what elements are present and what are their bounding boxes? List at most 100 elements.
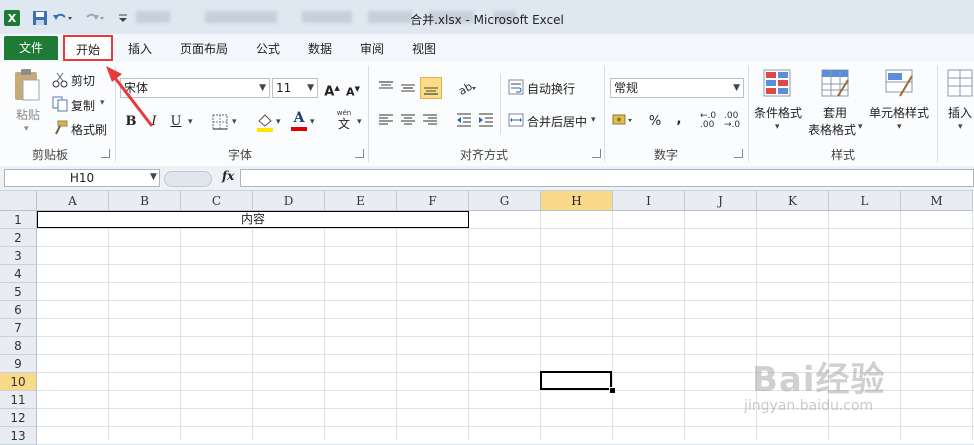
cell-styles-button[interactable]: 单元格样式	[869, 104, 929, 121]
row-header-10[interactable]: 10	[0, 373, 37, 391]
merge-dropdown-icon[interactable]: ▾	[591, 115, 596, 125]
align-middle-icon[interactable]	[400, 80, 416, 96]
group-label-number: 数字	[653, 148, 678, 162]
wrap-text-button[interactable]: 自动换行	[527, 80, 575, 97]
phonetic-dropdown-icon[interactable]: ▾	[357, 117, 362, 127]
copy-button[interactable]: 复制	[71, 97, 95, 114]
column-header-j[interactable]: J	[685, 191, 757, 211]
column-header-g[interactable]: G	[469, 191, 541, 211]
align-bottom-icon[interactable]	[420, 77, 442, 99]
formula-bar-resize-handle[interactable]	[164, 171, 212, 187]
format-as-table-line1[interactable]: 套用	[823, 104, 847, 121]
format-table-dropdown-icon[interactable]: ▾	[858, 122, 863, 132]
comma-button[interactable]: ,	[669, 110, 689, 130]
number-launcher-icon[interactable]	[734, 149, 743, 158]
row-header-5[interactable]: 5	[0, 283, 37, 301]
row-header-2[interactable]: 2	[0, 229, 37, 247]
paste-icon[interactable]	[12, 68, 42, 105]
decrease-indent-icon[interactable]	[456, 112, 472, 128]
fill-color-icon[interactable]	[256, 112, 273, 132]
formula-input[interactable]	[240, 169, 974, 187]
tab-file[interactable]: 文件	[4, 36, 58, 60]
active-cell-h10[interactable]	[540, 371, 612, 390]
grid-hline	[37, 246, 974, 247]
decrease-decimal-icon[interactable]: .00 →.0	[724, 112, 740, 130]
orientation-icon[interactable]: ab	[456, 80, 476, 98]
phonetic-guide-button[interactable]: wén 文	[332, 110, 356, 134]
fill-color-dropdown-icon[interactable]: ▾	[276, 117, 281, 127]
merge-center-button[interactable]: 合并后居中	[527, 113, 587, 130]
underline-dropdown-icon[interactable]: ▾	[188, 117, 193, 127]
grow-font-button[interactable]: A▲	[322, 78, 342, 100]
tab-review[interactable]: 审阅	[352, 38, 392, 60]
paste-button[interactable]: 粘贴	[16, 106, 40, 123]
cell-styles-dropdown-icon[interactable]: ▾	[897, 122, 902, 132]
font-color-icon[interactable]: A	[290, 110, 308, 132]
font-size-combo[interactable]: 11 ▼	[272, 78, 318, 98]
tab-insert[interactable]: 插入	[120, 38, 160, 60]
insert-cells-button[interactable]: 插入	[948, 104, 972, 121]
row-header-6[interactable]: 6	[0, 301, 37, 319]
align-left-icon[interactable]	[378, 112, 394, 128]
column-header-a[interactable]: A	[37, 191, 109, 211]
paste-dropdown-icon[interactable]: ▾	[24, 124, 29, 134]
row-header-1[interactable]: 1	[0, 211, 37, 229]
increase-decimal-icon[interactable]: ←.0.00	[700, 112, 716, 130]
row-header-13[interactable]: 13	[0, 427, 37, 445]
underline-button[interactable]: U	[166, 112, 186, 132]
column-header-b[interactable]: B	[109, 191, 181, 211]
row-header-12[interactable]: 12	[0, 409, 37, 427]
number-format-combo[interactable]: 常规 ▼	[610, 78, 744, 98]
tab-data[interactable]: 数据	[300, 38, 340, 60]
accounting-format-icon[interactable]	[612, 112, 632, 128]
font-size-value: 11	[276, 81, 292, 95]
alignment-launcher-icon[interactable]	[592, 149, 601, 158]
column-header-f[interactable]: F	[397, 191, 469, 211]
conditional-dropdown-icon[interactable]: ▾	[775, 122, 780, 132]
column-header-e[interactable]: E	[325, 191, 397, 211]
column-header-l[interactable]: L	[829, 191, 901, 211]
row-header-9[interactable]: 9	[0, 355, 37, 373]
name-box-dropdown-icon[interactable]: ▼	[150, 172, 157, 182]
grow-font-label: A	[324, 84, 335, 100]
align-right-icon[interactable]	[422, 112, 438, 128]
tab-home[interactable]: 开始	[63, 35, 113, 61]
insert-cells-dropdown-icon[interactable]: ▾	[958, 122, 963, 132]
name-box[interactable]: H10	[4, 169, 160, 187]
row-header-4[interactable]: 4	[0, 265, 37, 283]
conditional-formatting-button[interactable]: 条件格式	[754, 104, 802, 121]
insert-function-button[interactable]: fx	[222, 169, 234, 183]
align-top-icon[interactable]	[378, 80, 394, 96]
format-as-table-line2[interactable]: 表格格式	[808, 121, 856, 138]
column-header-d[interactable]: D	[253, 191, 325, 211]
chevron-down-icon: ▼	[307, 83, 314, 93]
tab-page-layout[interactable]: 页面布局	[172, 38, 236, 60]
borders-icon[interactable]	[212, 114, 228, 130]
column-header-m[interactable]: M	[901, 191, 973, 211]
row-header-7[interactable]: 7	[0, 319, 37, 337]
clipboard-launcher-icon[interactable]	[101, 149, 110, 158]
borders-dropdown-icon[interactable]: ▾	[232, 117, 237, 127]
column-header-c[interactable]: C	[181, 191, 253, 211]
font-launcher-icon[interactable]	[355, 149, 364, 158]
group-label-font: 字体	[227, 148, 252, 162]
tab-view[interactable]: 视图	[404, 38, 444, 60]
row-header-8[interactable]: 8	[0, 337, 37, 355]
select-all-corner[interactable]	[0, 191, 37, 211]
row-header-3[interactable]: 3	[0, 247, 37, 265]
column-header-i[interactable]: I	[613, 191, 685, 211]
group-label-alignment: 对齐方式	[459, 148, 508, 162]
phonetic-pinyin: wén	[336, 109, 352, 117]
cut-button[interactable]: 剪切	[71, 72, 95, 89]
column-header-h[interactable]: H	[541, 191, 613, 211]
fill-handle[interactable]	[609, 387, 616, 394]
font-color-dropdown-icon[interactable]: ▾	[310, 117, 315, 127]
row-header-11[interactable]: 11	[0, 391, 37, 409]
increase-indent-icon[interactable]	[478, 112, 494, 128]
tab-formulas[interactable]: 公式	[248, 38, 288, 60]
merged-cell-a1-f1[interactable]: 内容	[37, 211, 469, 228]
align-center-icon[interactable]	[400, 112, 416, 128]
column-header-k[interactable]: K	[757, 191, 829, 211]
percent-button[interactable]: %	[645, 112, 665, 132]
shrink-font-button[interactable]: A▼	[343, 79, 363, 99]
